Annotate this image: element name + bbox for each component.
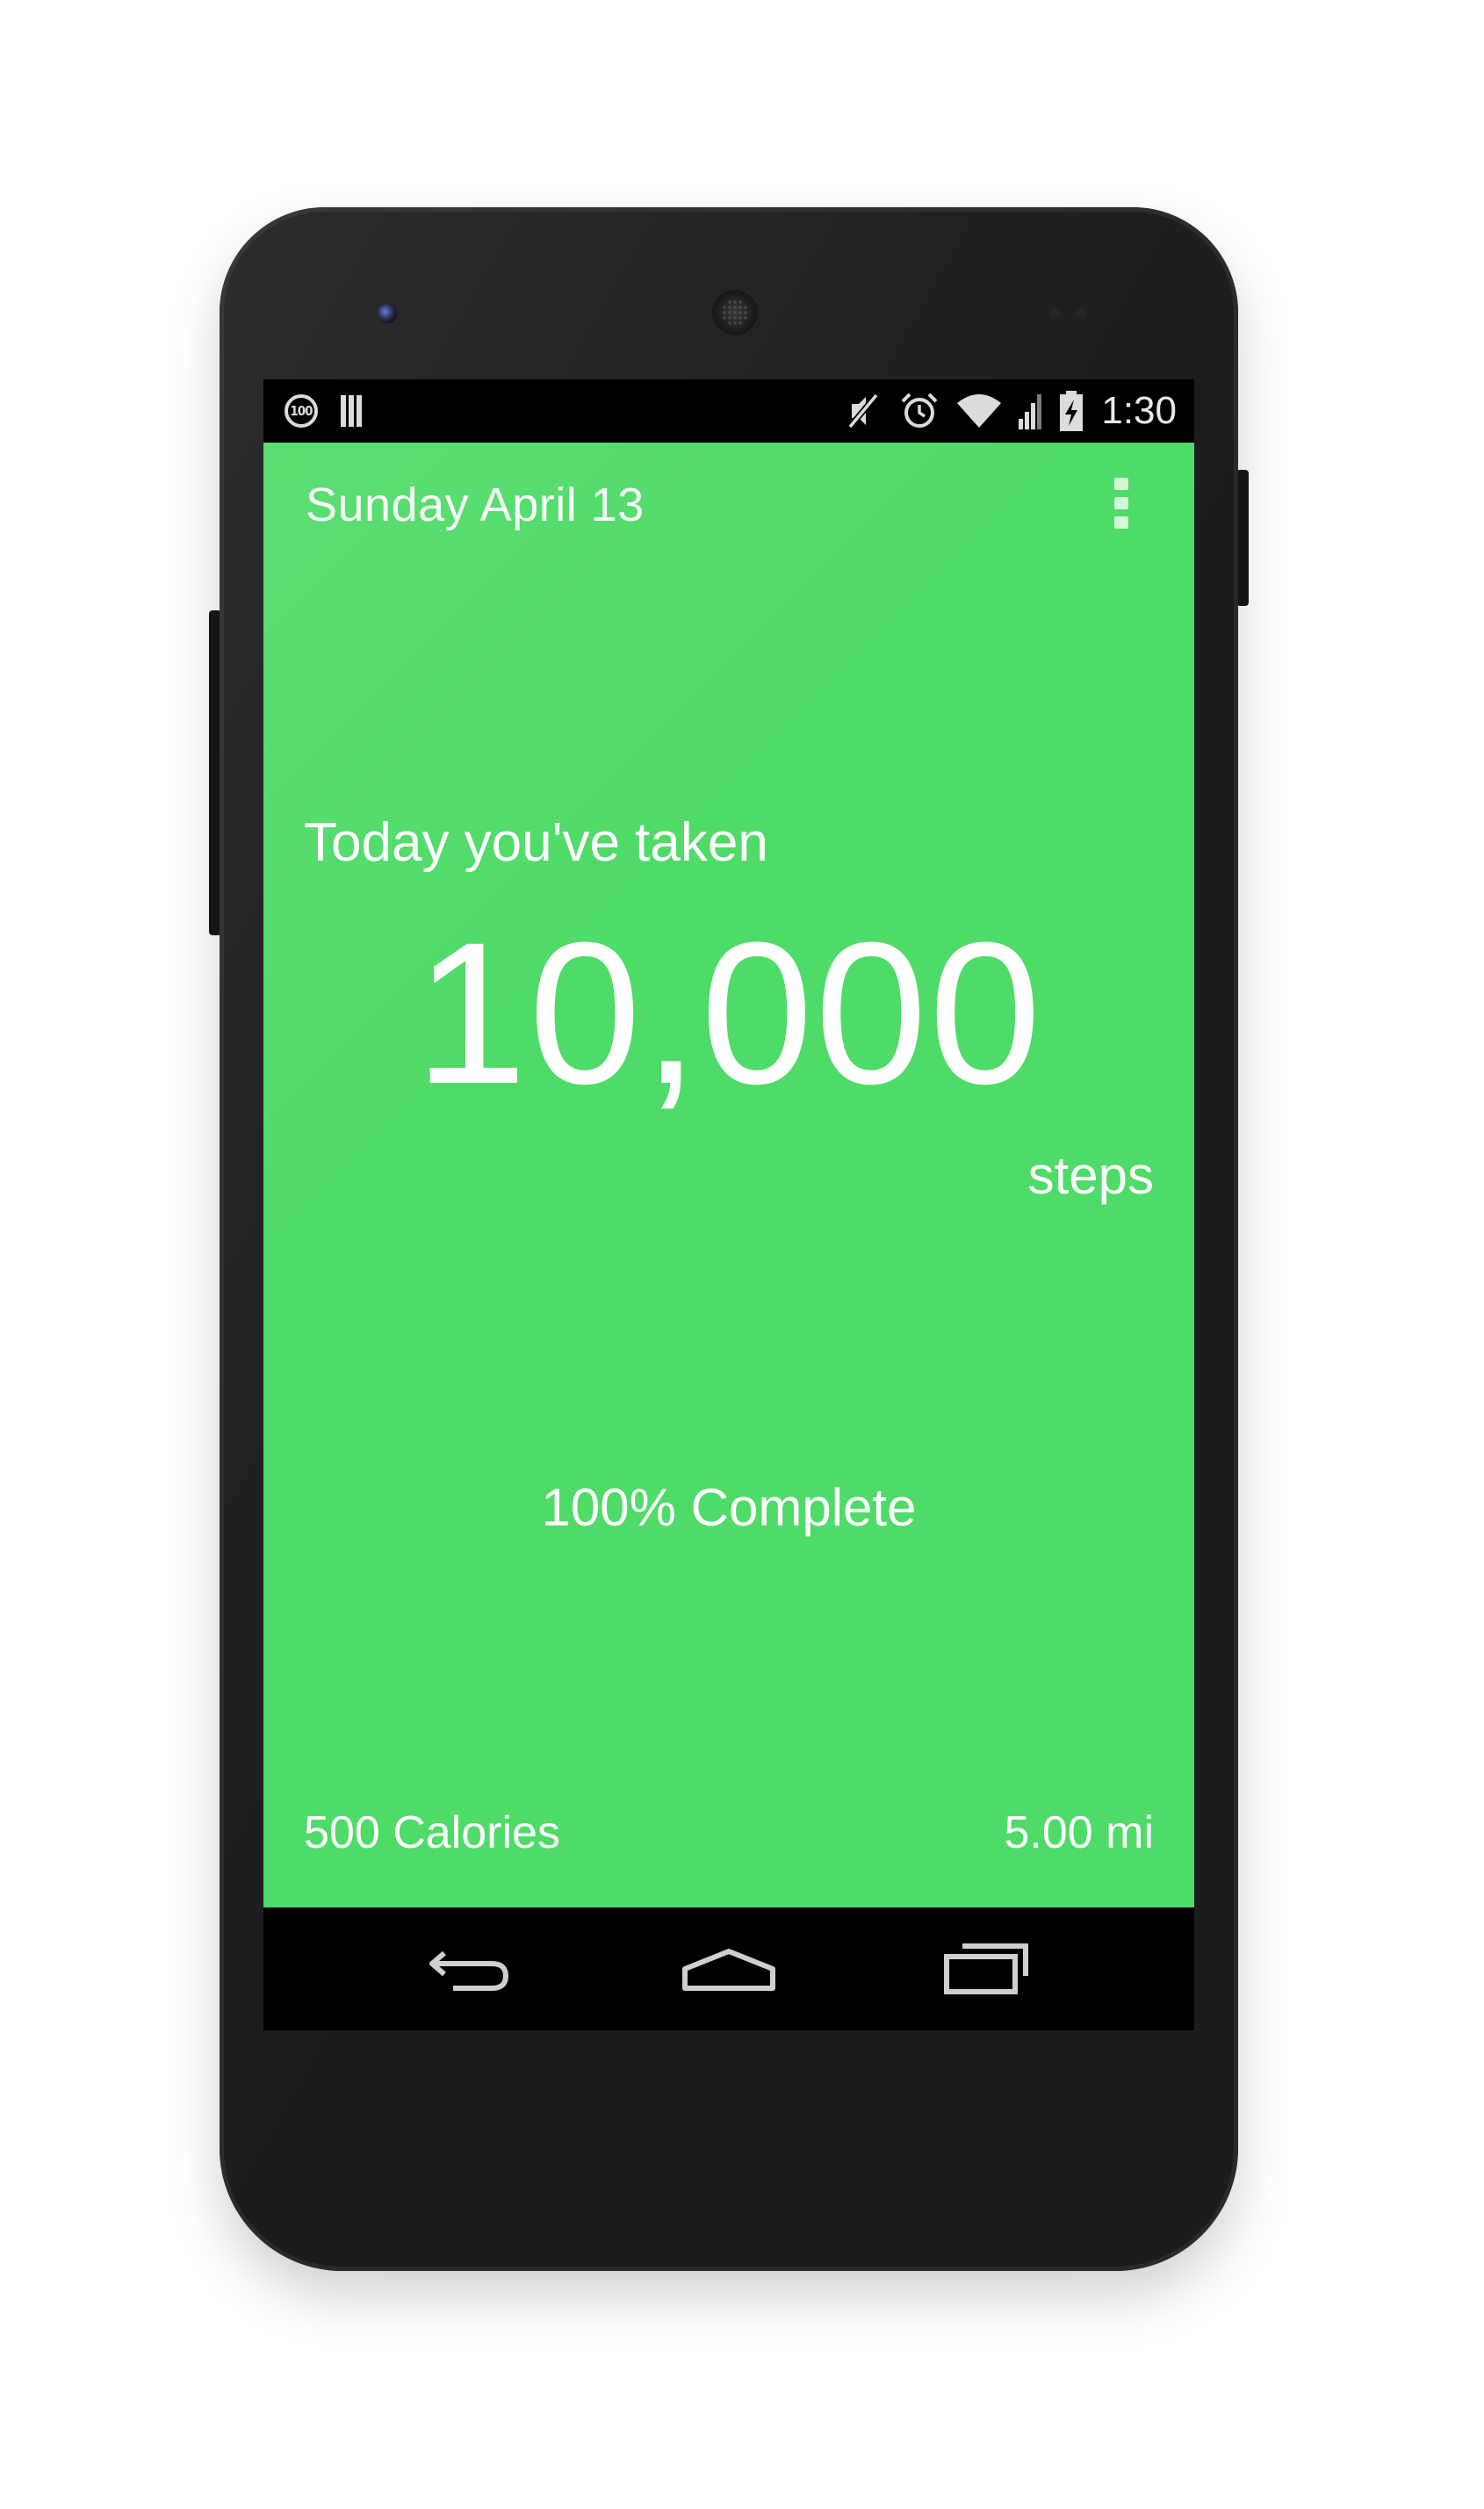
recent-apps-icon (944, 1943, 1028, 1994)
calories-label: 500 Calories (304, 1807, 560, 1858)
product-shot: 100 1:30 Sunday April 13 Today you've ta… (0, 0, 1484, 2509)
step-count: 10,000 (414, 900, 1043, 1126)
recent-apps-button[interactable] (934, 1934, 1040, 2004)
step-unit: steps (1027, 1146, 1154, 1205)
status-bar-notifications: 100 (285, 392, 362, 430)
light-sensor (1076, 307, 1086, 318)
distance-label: 5.00 mi (1004, 1807, 1154, 1858)
alarm-icon (901, 393, 938, 428)
status-clock: 1:30 (1101, 389, 1177, 432)
home-button[interactable] (676, 1934, 782, 2004)
status-bar-system: 1:30 (846, 388, 1177, 434)
progress-text: 100% Complete (541, 1478, 917, 1537)
overflow-menu-icon[interactable] (1111, 478, 1132, 534)
navigation-bar (263, 1907, 1194, 2030)
badge-text: 100 (290, 403, 313, 419)
circle-100-icon: 100 (285, 394, 318, 428)
battery-charging-icon (1060, 391, 1084, 431)
mute-icon (847, 393, 880, 429)
phone-screen: 100 1:30 Sunday April 13 Today you've ta… (263, 379, 1194, 2030)
status-bar: 100 1:30 (263, 379, 1194, 443)
cell-signal-icon (1019, 394, 1042, 429)
back-icon (429, 1950, 509, 1991)
barcode-icon (341, 395, 362, 427)
front-camera (378, 304, 397, 323)
proximity-sensor (1049, 307, 1060, 318)
wifi-icon (957, 394, 1002, 428)
power-button (1236, 470, 1249, 606)
home-icon (682, 1949, 775, 1991)
step-counter-app: Sunday April 13 Today you've taken 10,00… (263, 443, 1194, 1907)
date-label: Sunday April 13 (306, 479, 645, 531)
earpiece-speaker (710, 287, 760, 338)
back-button[interactable] (418, 1934, 523, 2004)
intro-text: Today you've taken (304, 812, 768, 873)
